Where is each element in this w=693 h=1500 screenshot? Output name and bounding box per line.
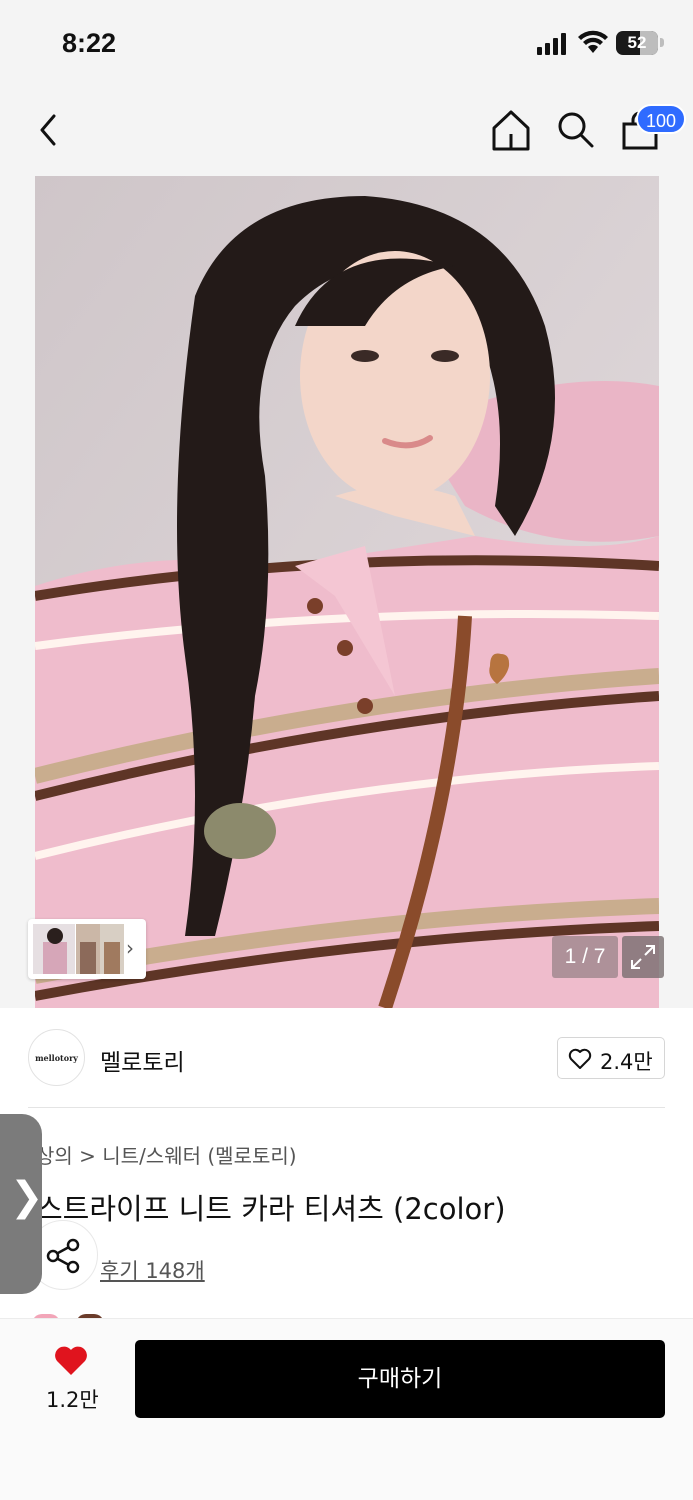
status-bar: 8:22 52	[0, 0, 693, 90]
thumbnail-strip[interactable]: ›	[28, 919, 146, 979]
review-link[interactable]: 후기 148개	[100, 1255, 205, 1285]
brand-logo[interactable]: mellotory	[28, 1029, 85, 1086]
battery-tip	[660, 38, 664, 47]
chevron-right-icon: ❯	[10, 1174, 44, 1220]
expand-icon[interactable]	[622, 936, 664, 978]
thumbnail-3[interactable]	[100, 924, 124, 974]
cart-count-badge: 100	[636, 104, 687, 134]
battery-level: 52	[627, 33, 647, 52]
search-icon[interactable]	[555, 109, 595, 149]
chevron-right-icon: ›	[126, 936, 134, 960]
home-icon[interactable]	[490, 108, 532, 152]
heart-filled-icon[interactable]	[53, 1345, 89, 1377]
product-title: 스트라이프 니트 카라 티셔츠 (2color)	[36, 1192, 506, 1226]
brand-like-button[interactable]: 2.4만	[557, 1037, 665, 1079]
image-counter: 1 / 7	[552, 936, 618, 978]
thumbnail-1[interactable]	[33, 924, 75, 974]
buy-button[interactable]: 구매하기	[135, 1340, 665, 1418]
back-icon[interactable]	[34, 112, 66, 148]
product-photo-illustration	[35, 176, 659, 1008]
brand-name[interactable]: 멜로토리	[100, 1043, 185, 1077]
status-time: 8:22	[62, 28, 117, 58]
brand-like-count: 2.4만	[600, 1050, 653, 1074]
top-nav	[0, 100, 693, 160]
heart-outline-icon	[568, 1048, 592, 1069]
battery-icon: 52	[616, 31, 658, 55]
wish-count: 1.2만	[46, 1388, 99, 1412]
thumbnail-2[interactable]	[76, 924, 100, 974]
signal-icon	[537, 33, 566, 55]
divider	[28, 1107, 665, 1108]
wifi-icon	[578, 30, 608, 53]
product-image[interactable]	[35, 176, 659, 1008]
side-drawer-tab[interactable]: ❯	[0, 1114, 44, 1294]
category-breadcrumb[interactable]: 상의 > 니트/스웨터 (멜로토리)	[36, 1140, 297, 1169]
